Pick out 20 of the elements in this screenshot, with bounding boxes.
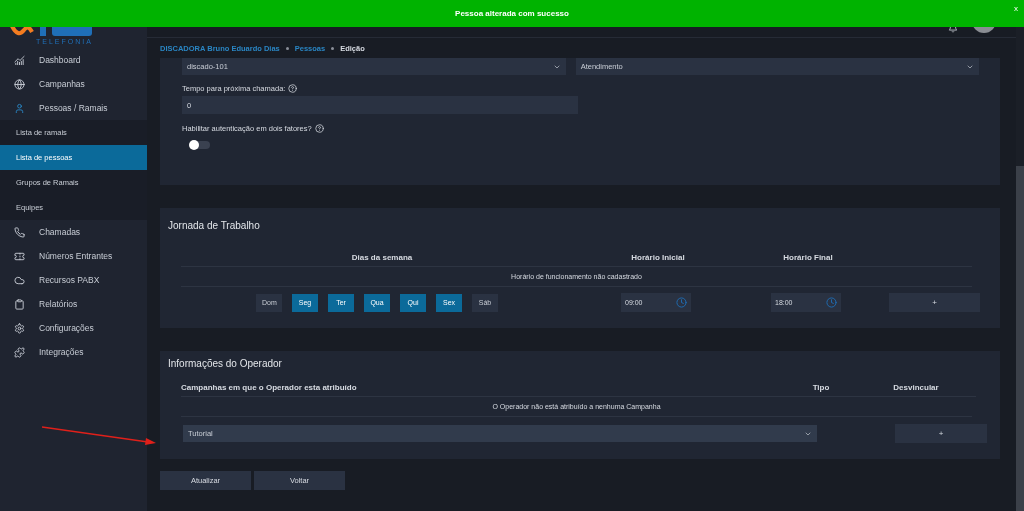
toast-message: Pessoa alterada com sucesso (455, 9, 569, 18)
sidebar-item[interactable]: Chamadas (0, 220, 147, 244)
add-button[interactable]: + (889, 293, 980, 312)
column-header: Horário Inicial (630, 253, 686, 262)
sidebar-item[interactable]: Dashboard (0, 48, 147, 72)
sidebar-item[interactable]: Pessoas / Ramais (0, 96, 147, 120)
sidebar-item[interactable]: Recursos PABX (0, 268, 147, 292)
column-header: Desvincular (892, 383, 940, 392)
column-header: Campanhas em que o Operador esta atribuído (181, 383, 358, 392)
add-button[interactable]: + (895, 424, 987, 443)
column-header: Dias da semana (350, 253, 414, 262)
sidebar-item[interactable]: Relatórios (0, 292, 147, 316)
sidebar-item[interactable]: Campanhas (0, 72, 147, 96)
sidebar-item[interactable]: Números Entrantes (0, 244, 147, 268)
sidebar-item[interactable]: Integrações (0, 340, 147, 364)
sidebar-item[interactable]: Configurações (0, 316, 147, 340)
card-title: Jornada de Trabalho (168, 220, 261, 231)
column-header: Horário Final (782, 253, 834, 262)
card-title: Informações do Operador (168, 358, 283, 369)
column-header: Tipo (811, 383, 831, 392)
